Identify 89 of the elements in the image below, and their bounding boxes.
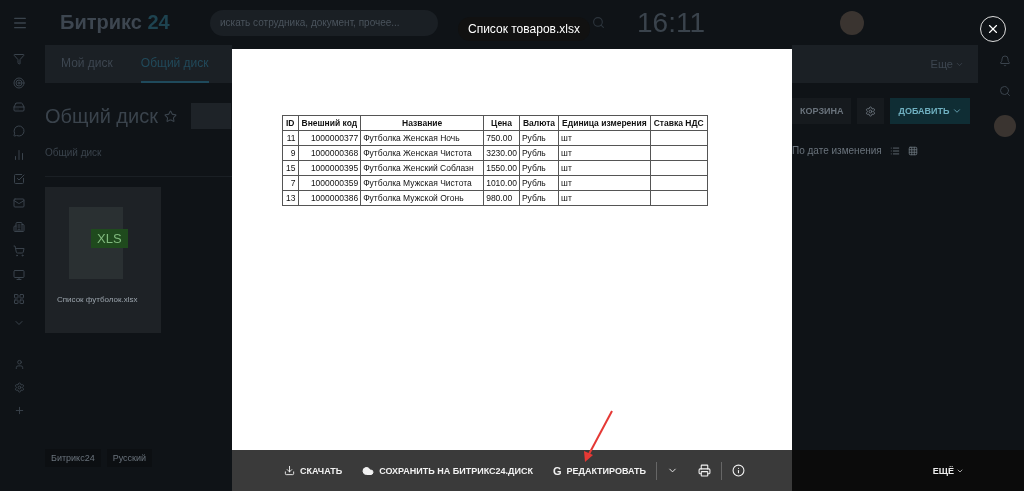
table-cell: 13 [282,190,298,206]
star-icon[interactable] [163,109,177,123]
table-cell: Рубль [519,175,559,191]
table-cell: 1000000377 [298,130,361,146]
close-icon [986,22,1000,36]
table-cell: 9 [282,145,298,161]
trash-button[interactable]: КОРЗИНА [792,98,852,124]
file-type-badge: XLS [91,229,128,248]
table-cell: Футболка Женский Соблазн [360,160,484,176]
column-header: Ставка НДС [650,115,708,131]
chat-icon[interactable] [13,125,25,137]
table-cell: 1000000386 [298,190,361,206]
table-cell: 15 [282,160,298,176]
column-header: Единица измерения [558,115,651,131]
table-cell: 7 [282,175,298,191]
column-header: Валюта [519,115,559,131]
cart-icon[interactable] [13,245,25,257]
table-cell: 980.00 [483,190,520,206]
file-card[interactable]: XLS Список футболок.xlsx [45,187,161,333]
table-cell [650,145,708,161]
avatar[interactable] [840,10,864,35]
table-cell: шт [558,145,651,161]
table-cell [650,130,708,146]
table-cell: Футболка Мужская Чистота [360,175,484,191]
settings-button[interactable] [857,98,885,124]
column-header: Цена [483,115,520,131]
print-button[interactable] [698,464,712,477]
table-cell: 1000000368 [298,145,361,161]
table-cell: Футболка Женская Ночь [360,130,484,146]
add-button[interactable]: ДОБАВИТЬ [890,98,971,124]
table-cell: 1000000359 [298,175,361,191]
table-cell: Футболка Женская Чистота [360,145,484,161]
user-icon[interactable] [13,359,25,370]
column-header: Внешний код [298,115,361,131]
drive-icon[interactable] [13,101,25,113]
table-cell: шт [558,130,651,146]
table-cell: 11 [282,130,298,146]
chart-icon[interactable] [13,149,25,161]
settings-icon [865,105,877,117]
table-cell: 1550.00 [483,160,520,176]
download-icon [284,465,295,476]
avatar[interactable] [994,115,1016,137]
table-cell: шт [558,175,651,191]
table-cell: 1010.00 [483,175,520,191]
download-button[interactable]: СКАЧАТЬ [284,465,343,476]
mail-icon[interactable] [13,197,25,209]
column-header: ID [282,115,298,131]
search-icon[interactable] [592,16,605,29]
grid-icon[interactable] [13,293,25,305]
grid-view-icon[interactable] [907,145,918,156]
table-cell: Футболка Мужской Огонь [360,190,484,206]
list-view-icon[interactable] [889,145,900,156]
monitor-icon[interactable] [13,269,25,281]
g-logo-icon: G [552,464,562,477]
filter-field[interactable] [190,103,231,129]
table-cell: шт [558,160,651,176]
print-icon [698,464,712,477]
target-icon[interactable] [13,77,25,89]
table-cell [650,190,708,206]
viewer-title: Список товаров.xlsx [458,17,590,41]
info-button[interactable] [732,464,746,477]
caret-icon [952,106,963,116]
table-cell: Рубль [519,145,559,161]
column-header: Название [360,115,484,131]
table-cell: 1000000395 [298,160,361,176]
filter-icon[interactable] [13,53,25,65]
settings-icon[interactable] [13,382,25,393]
table-cell: 3230.00 [483,145,520,161]
table-cell: Рубль [519,160,559,176]
sort-dropdown[interactable]: По дате изменения [792,145,882,156]
table-cell: Рубль [519,190,559,206]
cloud-icon [362,464,375,477]
table-cell [650,175,708,191]
table-cell: 750.00 [483,130,520,146]
more-button[interactable]: ЕЩЁ [932,465,964,476]
info-icon [732,464,746,477]
building-icon[interactable] [13,221,25,233]
bell-icon[interactable] [999,55,1011,67]
search-icon[interactable] [999,85,1011,97]
save-to-drive-button[interactable]: СОХРАНИТЬ НА БИТРИКС24.ДИСК [362,464,533,477]
edit-button[interactable]: G РЕДАКТИРОВАТЬ [552,464,647,477]
file-name: Список футболок.xlsx [56,295,138,304]
footer-link[interactable]: Русский [106,449,153,467]
footer-link[interactable]: Битрикс24 [45,449,101,467]
table-cell [650,160,708,176]
checkbox-icon[interactable] [13,173,25,185]
table-cell: Рубль [519,130,559,146]
table-cell: шт [558,190,651,206]
plus-icon[interactable] [13,405,25,416]
